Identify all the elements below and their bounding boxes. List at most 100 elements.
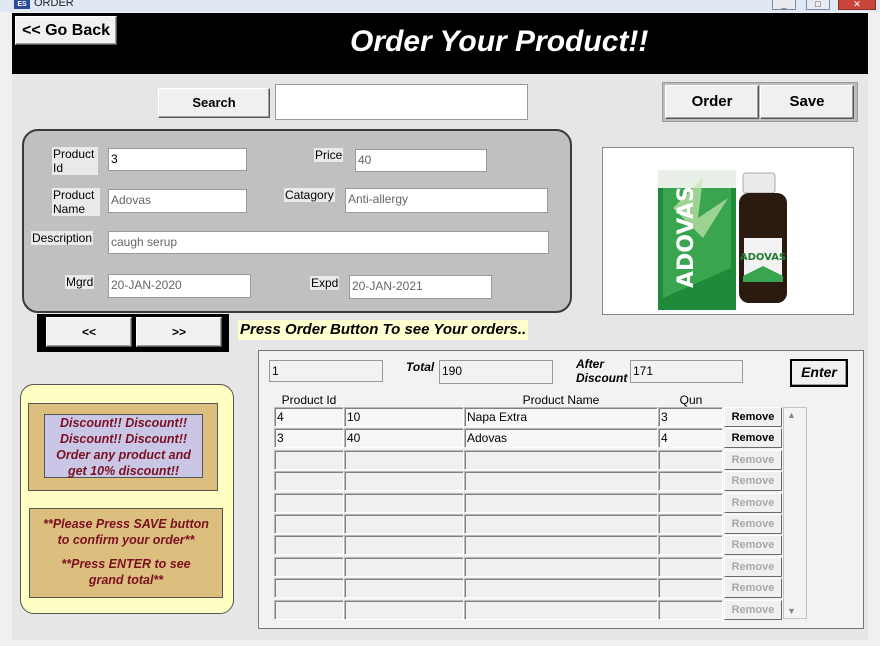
grid-cell-c2[interactable] [344, 450, 464, 470]
grid-cell-qty[interactable] [658, 514, 723, 534]
grid-cell-name[interactable] [464, 535, 658, 555]
remove-button[interactable]: Remove [724, 557, 782, 577]
discount-line: Order any product and [56, 448, 191, 462]
save-note: **Please Press SAVE button to confirm yo… [30, 516, 222, 548]
discount-banner: Discount!! Discount!! Discount!! Discoun… [44, 414, 203, 478]
grid-cell-name[interactable] [464, 493, 658, 513]
enter-note-line: **Press ENTER to see [61, 557, 191, 571]
grid-cell-qty[interactable]: 4 [658, 428, 723, 448]
go-back-button[interactable]: << Go Back [15, 16, 117, 45]
remove-button[interactable]: Remove [724, 600, 782, 620]
grid-cell-qty[interactable]: 3 [658, 407, 723, 427]
prev-button[interactable]: << [46, 317, 132, 347]
col-header-qty: Qun [679, 393, 703, 407]
grid-cell-qty[interactable] [658, 578, 723, 598]
grid-cell-c1[interactable]: 3 [274, 428, 344, 448]
remove-button[interactable]: Remove [724, 428, 782, 448]
grid-cell-c2[interactable]: 10 [344, 407, 464, 427]
save-note-line: to confirm your order** [57, 533, 195, 547]
enter-note: **Press ENTER to see grand total** [30, 556, 222, 588]
category-field[interactable]: Anti-allergy [345, 188, 548, 213]
product-id-field[interactable]: 3 [108, 148, 247, 171]
brand-text: ADOVAS [674, 186, 699, 288]
price-label: Price [314, 148, 344, 162]
app-icon: ES [14, 0, 30, 9]
grid-cell-qty[interactable] [658, 600, 723, 620]
description-field[interactable]: caugh serup [108, 231, 549, 254]
scroll-down-icon[interactable]: ▼ [787, 606, 796, 616]
product-name-label: Product Name [52, 188, 100, 216]
product-image: ADOVAS ADOVAS [602, 147, 854, 315]
enter-note-line: grand total** [88, 573, 164, 587]
order-count-field[interactable]: 1 [269, 360, 383, 382]
close-icon[interactable]: ✕ [838, 0, 876, 10]
grid-cell-name[interactable] [464, 471, 658, 491]
grid-cell-c1[interactable] [274, 535, 344, 555]
mfg-date-label: Mgrd [65, 275, 95, 289]
grid-cell-c1[interactable] [274, 578, 344, 598]
remove-button[interactable]: Remove [724, 450, 782, 470]
maximize-icon[interactable]: □ [806, 0, 830, 10]
grid-cell-name[interactable] [464, 578, 658, 598]
after-discount-label: After Discount [576, 357, 628, 385]
grid-cell-c1[interactable] [274, 514, 344, 534]
grid-cell-c2[interactable] [344, 514, 464, 534]
remove-button[interactable]: Remove [724, 514, 782, 534]
page-title: Order Your Product!! [350, 25, 649, 58]
grid-cell-c2[interactable]: 40 [344, 428, 464, 448]
next-button[interactable]: >> [136, 317, 222, 347]
minimize-icon[interactable]: _ [772, 0, 796, 10]
grid-cell-c1[interactable] [274, 471, 344, 491]
grid-cell-c2[interactable] [344, 557, 464, 577]
remove-button[interactable]: Remove [724, 578, 782, 598]
scroll-up-icon[interactable]: ▲ [787, 410, 796, 420]
grid-cell-c2[interactable] [344, 535, 464, 555]
header-banner: Order Your Product!! [12, 13, 868, 74]
search-button[interactable]: Search [158, 88, 270, 118]
grid-cell-qty[interactable] [658, 535, 723, 555]
category-label: Catagory [284, 188, 335, 202]
grid-cell-name[interactable] [464, 600, 658, 620]
grid-cell-c1[interactable]: 4 [274, 407, 344, 427]
remove-button[interactable]: Remove [724, 407, 782, 427]
grid-cell-name[interactable]: Adovas [464, 428, 658, 448]
grid-cell-c2[interactable] [344, 600, 464, 620]
remove-button[interactable]: Remove [724, 493, 782, 513]
grid-cell-name[interactable] [464, 514, 658, 534]
save-button[interactable]: Save [760, 85, 854, 119]
grid-cell-qty[interactable] [658, 471, 723, 491]
remove-button[interactable]: Remove [724, 471, 782, 491]
remove-button[interactable]: Remove [724, 535, 782, 555]
grid-cell-qty[interactable] [658, 493, 723, 513]
grid-scrollbar[interactable]: ▲ ▼ [783, 407, 807, 619]
discount-line: get 10% discount!! [67, 464, 180, 478]
grid-cell-c1[interactable] [274, 557, 344, 577]
grid-cell-name[interactable]: Napa Extra [464, 407, 658, 427]
grid-cell-c1[interactable] [274, 450, 344, 470]
medicine-bottle-icon: ADOVAS ADOVAS [658, 170, 787, 310]
window-title: ORDER [34, 0, 74, 9]
col-header-product-name: Product Name [522, 393, 600, 407]
grid-cell-qty[interactable] [658, 450, 723, 470]
grid-cell-c2[interactable] [344, 578, 464, 598]
mfg-date-field[interactable]: 20-JAN-2020 [108, 274, 251, 298]
grid-cell-c1[interactable] [274, 600, 344, 620]
grid-cell-qty[interactable] [658, 557, 723, 577]
enter-button[interactable]: Enter [790, 359, 848, 387]
grid-cell-c2[interactable] [344, 493, 464, 513]
grid-cell-name[interactable] [464, 450, 658, 470]
after-discount-field[interactable]: 171 [630, 360, 743, 383]
grid-cell-c1[interactable] [274, 493, 344, 513]
product-name-field[interactable]: Adovas [108, 189, 247, 213]
order-button[interactable]: Order [665, 85, 759, 119]
description-label: Description [31, 231, 94, 245]
exp-date-field[interactable]: 20-JAN-2021 [349, 275, 492, 299]
total-field[interactable]: 190 [439, 360, 553, 384]
discount-line: Discount!! Discount!! [59, 432, 188, 446]
grid-cell-name[interactable] [464, 557, 658, 577]
grid-cell-c2[interactable] [344, 471, 464, 491]
save-note-line: **Please Press SAVE button [43, 517, 209, 531]
price-field[interactable]: 40 [355, 149, 487, 172]
discount-line: Discount!! Discount!! [59, 416, 188, 430]
search-input[interactable] [275, 84, 528, 120]
